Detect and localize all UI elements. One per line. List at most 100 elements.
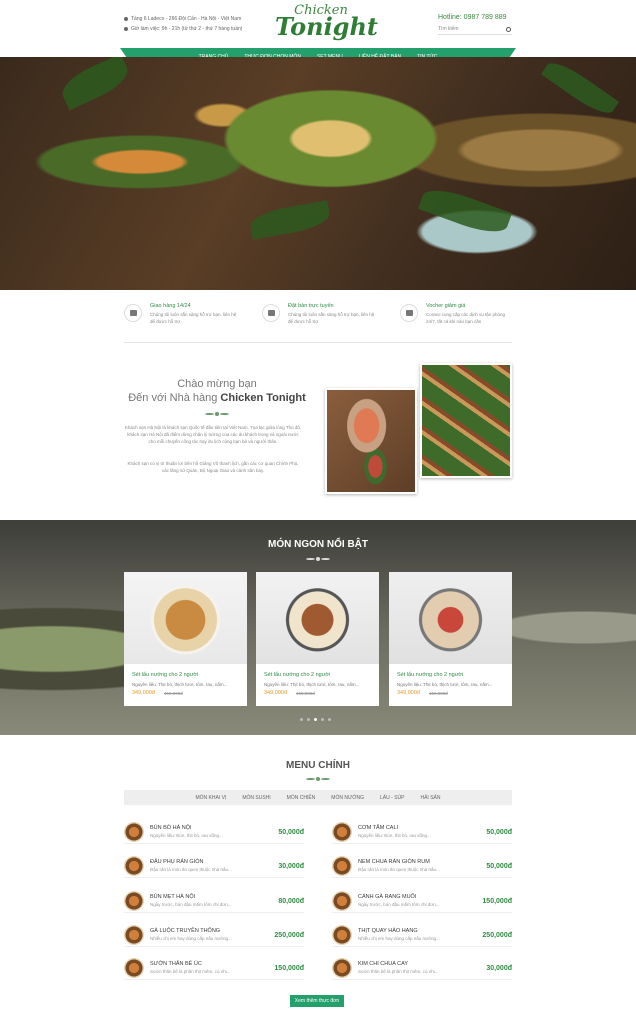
menu-item-desc: Sườn thăn bê là phần thịt mềm, có nhi... [150, 969, 231, 974]
more-menu-button[interactable]: Xem thêm thực đơn [290, 995, 344, 1007]
carousel-dot[interactable] [307, 718, 310, 721]
header: Tầng 6 Ladeco - 266 Đội Cấn - Hà Nội - V… [0, 0, 636, 48]
dish-image[interactable] [256, 572, 379, 664]
menu-item-name[interactable]: BÚN BÒ HÀ NỘI [150, 825, 192, 831]
menu-item-desc: Nguyên liệu: Bún, thịt bò, rau sống... [358, 833, 431, 838]
menu-item-price: 50,000đ [486, 863, 512, 870]
menu-item[interactable]: KIM CHI CHUA CAY Sườn thăn bê là phần th… [332, 956, 512, 980]
menu-item-thumb [332, 925, 352, 945]
features-row: Giao hàng 14/24 Chúng tôi luôn sẵn sàng … [124, 302, 512, 336]
leaf-decoration [248, 200, 332, 240]
feature-desc: Coravo cung cấp các dịch vụ tận phòng 24… [426, 312, 506, 324]
menu-item-name[interactable]: BÚN MẸT HÀ NỘI [150, 894, 195, 900]
menu-item-name[interactable]: ĐẬU PHỤ RÁN GIÒN [150, 859, 203, 865]
dish-desc: Nguyên liệu: Thịt bò, thịch tươi, tôm, r… [264, 682, 360, 687]
dish-card[interactable]: Sét lẩu nướng cho 2 người Nguyên liệu: T… [124, 572, 247, 706]
menu-item-thumb [124, 822, 144, 842]
carousel-dots [300, 718, 331, 721]
dish-old-price: 450,000đ [429, 691, 448, 696]
menu-item[interactable]: SƯỜN THĂN BÊ ÚC Sườn thăn bê là phần thị… [124, 956, 304, 980]
menu-item-desc: Nhiều chị em hay dùng cấp nấu nướng... [358, 936, 440, 941]
menu-item[interactable]: CƠM TẤM CALI Nguyên liệu: Bún, thịt bò, … [332, 820, 512, 844]
menu-item-desc: Ngày trước, bún đậu mắm tôm chỉ đơn... [150, 902, 232, 907]
dish-photo [420, 363, 512, 478]
dish-name[interactable]: Sét lẩu nướng cho 2 người [132, 672, 198, 678]
menu-item-name[interactable]: NEM CHUA RÁN GIÒN RUM [358, 859, 430, 865]
menu-item-desc: Ngày trước, bún đậu mắm tôm chỉ đơn... [358, 902, 440, 907]
logo-line2: Tonight [275, 12, 378, 41]
menu-item-name[interactable]: CÁNH GÀ RANG MUỐI [358, 894, 416, 900]
menu-item-thumb [332, 856, 352, 876]
welcome-prefix: Đến với Nhà hàng [128, 392, 221, 404]
welcome-line1: Chào mừng bạn [177, 378, 257, 390]
menu-item-thumb [332, 958, 352, 978]
menu-item-name[interactable]: KIM CHI CHUA CAY [358, 961, 408, 967]
featured-title: MÓN NGON NỔI BẬT [268, 539, 368, 550]
menu-item-desc: Sườn thăn bê là phần thịt mềm, có nhi... [358, 969, 439, 974]
tab-grilled[interactable]: MÓN NƯỚNG [323, 795, 372, 801]
menu-item-price: 30,000đ [486, 965, 512, 972]
ornament-icon [306, 556, 330, 562]
dish-image[interactable] [124, 572, 247, 664]
feature-title: Giao hàng 14/24 [150, 303, 191, 309]
menu-item-name[interactable]: CƠM TẤM CALI [358, 825, 398, 831]
dish-price: 349,000đ [132, 690, 155, 696]
delivery-icon [124, 304, 142, 322]
hotline[interactable]: Hotline: 0987 789 889 [438, 14, 507, 21]
welcome-paragraph-1: Khách sạn Hà Nội là khách sạn Quốc tế đầ… [124, 425, 302, 444]
leaf-decoration [56, 57, 134, 111]
logo[interactable]: Chicken Tonight [275, 4, 378, 46]
menu-item-name[interactable]: SƯỜN THĂN BÊ ÚC [150, 961, 202, 967]
menu-item-name[interactable]: GÀ LUỘC TRUYỀN THỐNG [150, 928, 220, 934]
dish-card[interactable]: Sét lẩu nướng cho 2 người Nguyên liệu: T… [256, 572, 379, 706]
menu-item-thumb [124, 856, 144, 876]
dish-desc: Nguyên liệu: Thịt bò, thịch tươi, tôm, r… [397, 682, 493, 687]
carousel-dot[interactable] [300, 718, 303, 721]
ornament-icon [205, 411, 229, 417]
menu-item-price: 150,000đ [274, 965, 304, 972]
menu-item-thumb [124, 958, 144, 978]
menu-item[interactable]: CÁNH GÀ RANG MUỐI Ngày trước, bún đậu mắ… [332, 889, 512, 913]
menu-item-price: 80,000đ [278, 898, 304, 905]
menu-item-desc: Nhiều chị em hay dùng cấp nấu nướng... [150, 936, 232, 941]
carousel-dot[interactable] [321, 718, 324, 721]
dish-old-price: 450,000đ [164, 691, 183, 696]
salmon-photo [325, 388, 417, 494]
dish-card[interactable]: Sét lẩu nướng cho 2 người Nguyên liệu: T… [389, 572, 512, 706]
carousel-dot-active[interactable] [314, 718, 317, 721]
menu-item-desc: Nguyên liệu: Bún, thịt bò, rau sống... [150, 833, 223, 838]
divider [124, 342, 512, 343]
tab-appetizer[interactable]: MÓN KHAI VỊ [187, 795, 234, 801]
menu-item[interactable]: GÀ LUỘC TRUYỀN THỐNG Nhiều chị em hay dù… [124, 923, 304, 947]
welcome-brand: Chicken Tonight [220, 392, 306, 404]
tab-fried[interactable]: MÓN CHIÊN [279, 795, 324, 801]
menu-item-price: 50,000đ [486, 829, 512, 836]
leaf-decoration [417, 182, 513, 240]
tab-seafood[interactable]: HẢI SẢN [412, 795, 448, 801]
carousel-dot[interactable] [328, 718, 331, 721]
menu-item[interactable]: THỊT QUAY HÀO HẠNG Nhiều chị em hay dùng… [332, 923, 512, 947]
feature-desc: Chúng tôi luôn sẵn sàng hỗ trợ bạn, liên… [150, 312, 237, 324]
menu-tabs: MÓN KHAI VỊ MÓN SUSHI MÓN CHIÊN MÓN NƯỚN… [124, 790, 512, 805]
menu-item[interactable]: ĐẬU PHỤ RÁN GIÒN Đậu rán là món ăn quen … [124, 854, 304, 878]
tab-hotpot[interactable]: LẨU - SÚP [372, 795, 412, 801]
menu-item[interactable]: BÚN MẸT HÀ NỘI Ngày trước, bún đậu mắm t… [124, 889, 304, 913]
location-icon [124, 17, 128, 21]
search-icon[interactable] [506, 27, 511, 32]
menu-item-thumb [124, 891, 144, 911]
feature-title: Vocher giảm giá [426, 303, 466, 309]
search-input[interactable]: Tìm kiếm [438, 26, 512, 35]
tab-sushi[interactable]: MÓN SUSHI [234, 795, 278, 801]
dish-name[interactable]: Sét lẩu nướng cho 2 người [397, 672, 463, 678]
menu-item-name[interactable]: THỊT QUAY HÀO HẠNG [358, 928, 418, 934]
welcome-paragraph-2: Khách sạn có vị trí thuận lợi bên hồ Giả… [127, 461, 299, 473]
menu-item[interactable]: BÚN BÒ HÀ NỘI Nguyên liệu: Bún, thịt bò,… [124, 820, 304, 844]
menu-item-thumb [332, 891, 352, 911]
address-text: Tầng 6 Ladeco - 266 Đội Cấn - Hà Nội - V… [131, 16, 242, 22]
table-icon [262, 304, 280, 322]
menu-item-price: 30,000đ [278, 863, 304, 870]
ornament-icon [306, 776, 330, 782]
menu-item[interactable]: NEM CHUA RÁN GIÒN RUM Đậu rán là món ăn … [332, 854, 512, 878]
dish-name[interactable]: Sét lẩu nướng cho 2 người [264, 672, 330, 678]
dish-image[interactable] [389, 572, 512, 664]
